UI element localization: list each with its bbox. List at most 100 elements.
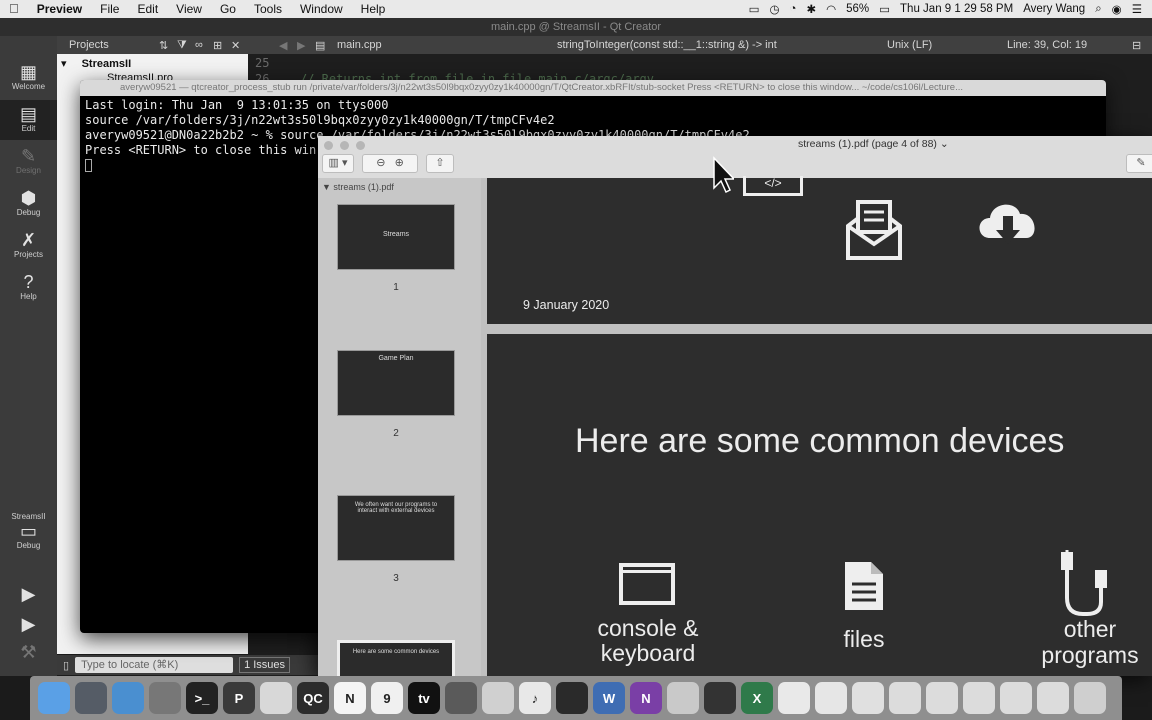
photos-icon[interactable] [482,682,514,714]
back-icon[interactable]: ◀ [279,39,297,52]
screenshot-5-icon[interactable] [1037,682,1069,714]
menu-edit[interactable]: Edit [128,0,167,18]
spotlight-icon[interactable]: ⌕ [1095,3,1101,16]
mode-debug-label: Debug [16,208,41,217]
safari-icon[interactable] [112,682,144,714]
sort-icon[interactable]: ⇅ [159,39,177,52]
battery-percent[interactable]: 56% [846,3,869,15]
run-button[interactable]: ▶ [0,584,57,604]
mode-projects[interactable]: ✗ Projects [0,230,57,259]
bluetooth-icon[interactable]: ✱ [806,2,816,16]
close-pane-icon[interactable]: ✕ [231,39,249,52]
system-preferences-icon[interactable] [149,682,181,714]
mode-welcome-label: Welcome [11,82,46,91]
tree-expand-icon[interactable]: ▾ [61,58,67,70]
link-icon[interactable]: ∞ [195,39,213,51]
notes-icon[interactable] [778,682,810,714]
thumbnail-page[interactable]: Streams [337,204,455,270]
pane-title[interactable]: Projects [69,39,159,51]
zoom-in-icon[interactable]: ⊕ [395,157,404,169]
mode-edit[interactable]: ▤ Edit [0,100,57,140]
apple-menu-icon[interactable]:  [0,0,28,18]
menu-file[interactable]: File [91,0,128,18]
zoom-out-icon[interactable]: ⊖ [376,157,385,169]
forward-icon[interactable]: ▶ [297,39,315,52]
launchpad-icon[interactable] [75,682,107,714]
close-window-button[interactable] [324,141,333,150]
screen-mirroring-icon[interactable]: ▭ [749,2,760,16]
share-button[interactable]: ⇧ [426,154,454,173]
movie-icon[interactable] [704,682,736,714]
terminal-icon[interactable]: >_ [186,682,218,714]
tree-root[interactable]: ▾ StreamsII [61,57,131,70]
mode-design[interactable]: ✎ Design [0,146,57,175]
notification-center-icon[interactable]: ☰ [1132,2,1142,16]
mode-welcome[interactable]: ▦ Welcome [0,62,57,91]
notion-icon[interactable]: N [334,682,366,714]
chrome-icon[interactable] [260,682,292,714]
battery-icon[interactable]: ▭ [879,2,890,16]
sidebar-document-name[interactable]: ▼ streams (1).pdf [322,182,394,192]
doc-file-icon[interactable] [852,682,884,714]
menu-help[interactable]: Help [352,0,395,18]
wifi-icon[interactable]: ◠ [826,2,836,16]
screenshot-4-icon[interactable] [1000,682,1032,714]
menu-window[interactable]: Window [291,0,352,18]
calendar-icon[interactable]: 9 [371,682,403,714]
time-machine-icon[interactable]: ◷ [769,2,779,16]
kit-selector[interactable]: StreamsII ▭ Debug [0,512,57,550]
preview-title[interactable]: streams (1).pdf (page 4 of 88) ⌄ [798,138,949,150]
build-button[interactable]: ⚒ [0,642,57,662]
menu-clock[interactable]: Thu Jan 9 1 29 58 PM [900,3,1013,15]
zoom-window-button[interactable] [356,141,365,150]
open-file[interactable]: main.cpp [337,39,557,51]
menu-user[interactable]: Avery Wang [1023,3,1085,15]
screenshot-2-icon[interactable] [926,682,958,714]
locator-input[interactable]: Type to locate (⌘K) [75,657,234,673]
run-icon: ▶ [21,584,36,604]
clock-icon[interactable]: ◔ [789,3,796,15]
word-icon[interactable]: W [593,682,625,714]
qt-window-title: main.cpp @ StreamsII - Qt Creator [0,18,1152,36]
capture-icon[interactable] [815,682,847,714]
camera-icon[interactable] [556,682,588,714]
screenshot-3-icon[interactable] [963,682,995,714]
music-icon[interactable]: ♪ [519,682,551,714]
line-endings[interactable]: Unix (LF) [887,39,1007,51]
pdf-app-icon[interactable]: P [223,682,255,714]
split-editor-icon[interactable]: ⊟ [1132,39,1141,52]
onenote-icon[interactable]: N [630,682,662,714]
issues-tab[interactable]: 1 Issues [239,657,291,673]
thumbnail-page[interactable]: We often want our programs to interact w… [337,495,455,561]
excel-icon[interactable]: X [741,682,773,714]
preview-icon[interactable] [667,682,699,714]
sidebar-view-button[interactable]: ▥ ▾ [322,154,354,173]
thumbnail-page[interactable]: Game Plan [337,350,455,416]
finder-icon[interactable] [38,682,70,714]
apple-tv-icon[interactable]: tv [408,682,440,714]
kit-mode-label: Debug [16,541,41,550]
split-icon[interactable]: ⊞ [213,39,231,52]
debug-run-button[interactable]: ▶ [0,614,57,634]
document-view[interactable]: </> 9 January 2020 Here are some common … [481,176,1152,676]
siri-icon[interactable] [445,682,477,714]
trash-icon[interactable] [1074,682,1106,714]
mode-help[interactable]: ? Help [0,272,57,301]
markup-button[interactable]: ✎ [1126,154,1152,173]
zoom-controls[interactable]: ⊖ ⊕ [362,154,418,173]
mode-debug[interactable]: ⬢ Debug [0,188,57,217]
minimize-window-button[interactable] [340,141,349,150]
menu-app-name[interactable]: Preview [28,0,91,18]
menu-tools[interactable]: Tools [245,0,291,18]
siri-menu-icon[interactable]: ◉ [1112,2,1122,16]
menu-bar:  Preview File Edit View Go Tools Window… [0,0,1152,18]
qt-creator-icon[interactable]: QC [297,682,329,714]
thumbnail-page-selected[interactable]: Here are some common devices [337,640,455,676]
menu-go[interactable]: Go [211,0,245,18]
screenshot-1-icon[interactable] [889,682,921,714]
function-selector[interactable]: stringToInteger(const std::__1::string &… [557,39,887,51]
filter-icon[interactable]: ⧩ [177,39,195,52]
thumbnail-sidebar: ▼ streams (1).pdf Streams 1 Game Plan 2 … [318,178,481,676]
menu-view[interactable]: View [167,0,211,18]
sidebar-toggle-icon[interactable]: ▯ [63,659,69,672]
